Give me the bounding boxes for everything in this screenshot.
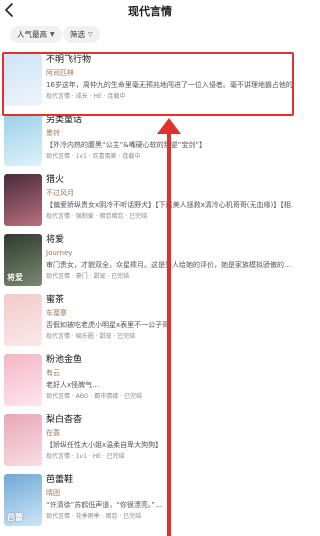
book-cover: 芭蕾: [4, 474, 42, 526]
book-tags: 现代言情 · 娱乐圈 · 甜宠 · 已完结: [46, 333, 136, 340]
book-title: 梨白杳杳: [46, 415, 83, 425]
book-description: 【偏爱娇纵贵女x阴冷不听话野犬】【下属美人拯救x清冷心机哥哥(无血缘)】【相…: [46, 201, 294, 209]
book-author: Journey: [46, 249, 73, 257]
book-author: 墨铃: [46, 129, 60, 137]
book-cover: [4, 114, 42, 166]
book-tags: 现代言情 · 1v1 · HE · 已完结: [46, 453, 125, 460]
cover-title-text: 将爱: [7, 273, 23, 282]
book-description: 老好人x怪脾气…: [46, 381, 100, 389]
book-list-item[interactable]: 蜜茶车厘寨否假如被吃老虎小明星x表里不一公子哥 现代言情 · 娱乐圈 · 甜宠 ·…: [0, 292, 300, 350]
book-cover: [4, 174, 42, 226]
book-tags: 现代言情 · 花季雨季 · 暗恋 · 已完结: [46, 513, 142, 520]
cover-title-text: 芭蕾: [7, 513, 23, 522]
book-list-item[interactable]: 另类童话墨铃【外冷内热的腹黑“公主”&嘴硬心软的叛逆“宝剑”】 现代言情 · 1v…: [0, 112, 300, 170]
book-list-item[interactable]: 芭蕾 芭蕾鞋晴团 “许清徐”苏鹤低声道，“你很漂亮。”… 现代言情 · 花季雨季 · …: [0, 472, 300, 530]
book-description: 审门贵女，才貌双全，众星捧月。这是外人给她的评价，她是家族模拟骄傲的…: [46, 261, 291, 269]
book-info: 另类童话墨铃【外冷内热的腹黑“公主”&嘴硬心软的叛逆“宝剑”】 现代言情 · 1v…: [46, 114, 294, 161]
book-cover: [4, 354, 42, 406]
book-cover: 将爱: [4, 234, 42, 286]
top-bar: 现代言情: [0, 0, 300, 20]
book-cover: [4, 294, 42, 346]
book-title: 粉池金鱼: [46, 355, 83, 365]
filter-funnel-icon: ▽: [88, 31, 93, 38]
book-author: 车厘寨: [46, 309, 67, 317]
book-author: 晴团: [46, 489, 60, 497]
book-description: 16岁这年，周仲九的生命里毫无预兆地闯进了一位入侵者。毫不讲理地霸占他的: [46, 81, 293, 89]
book-cover: [4, 414, 42, 466]
book-list-item[interactable]: 不明飞行物阿司匹林 16岁这年，周仲九的生命里毫无预兆地闯进了一位入侵者。毫不讲理…: [0, 52, 300, 110]
book-title: 将爱: [46, 235, 65, 245]
filter-label: 筛选: [70, 30, 85, 39]
book-list-item[interactable]: 猎火不过风月【偏爱娇纵贵女x阴冷不听话野犬】【下属美人拯救x清冷心机哥哥(无血缘…: [0, 172, 300, 230]
book-title: 蜜茶: [46, 295, 65, 305]
book-author: 有云: [46, 369, 60, 377]
sort-dropdown[interactable]: 人气最高 ▼: [10, 26, 62, 43]
book-list-item[interactable]: 梨白杳杳在蓑【娇纵任性大小姐x温柔自卑大狗狗】 现代言情 · 1v1 · HE ·…: [0, 412, 300, 470]
book-info: 将爱 Journey 审门贵女，才貌双全，众星捧月。这是外人给她的评价，她是家族模拟…: [46, 234, 294, 281]
book-info: 不明飞行物阿司匹林 16岁这年，周仲九的生命里毫无预兆地闯进了一位入侵者。毫不讲理…: [46, 54, 294, 101]
book-info: 猎火不过风月【偏爱娇纵贵女x阴冷不听话野犬】【下属美人拯救x清冷心机哥哥(无血缘…: [46, 174, 294, 221]
book-title: 猎火: [46, 175, 65, 185]
book-description: 否假如被吃老虎小明星x表里不一公子哥: [46, 321, 170, 329]
chevron-down-icon: ▼: [50, 31, 55, 38]
book-description: 【外冷内热的腹黑“公主”&嘴硬心软的叛逆“宝剑”】: [46, 141, 206, 149]
page-title: 现代言情: [128, 5, 172, 18]
book-info: 梨白杳杳在蓑【娇纵任性大小姐x温柔自卑大狗狗】 现代言情 · 1v1 · HE ·…: [46, 414, 294, 461]
book-tags: 现代言情 · 1v1 · 欢喜冤家 · 连载中: [46, 153, 141, 160]
book-author: 阿司匹林: [46, 69, 74, 77]
book-info: 蜜茶车厘寨否假如被吃老虎小明星x表里不一公子哥 现代言情 · 娱乐圈 · 甜宠 ·…: [46, 294, 294, 341]
book-list-item[interactable]: 粉池金鱼有云老好人x怪脾气… 现代言情 · ABO · 都市情缘 · 已完结: [0, 352, 300, 410]
book-tags: 现代言情 · 成长 · HE · 连载中: [46, 93, 126, 100]
book-title: 芭蕾鞋: [46, 475, 74, 485]
book-info: 芭蕾鞋晴团 “许清徐”苏鹤低声道，“你很漂亮。”… 现代言情 · 花季雨季 · 暗恋…: [46, 474, 294, 521]
book-title: 不明飞行物: [46, 55, 92, 65]
book-description: 【娇纵任性大小姐x温柔自卑大狗狗】: [46, 441, 163, 449]
book-info: 粉池金鱼有云老好人x怪脾气… 现代言情 · ABO · 都市情缘 · 已完结: [46, 354, 294, 401]
book-author: 不过风月: [46, 189, 74, 197]
sort-label: 人气最高: [17, 30, 47, 39]
book-tags: 现代言情 · 强制爱 · 暗恋暗恋 · 已完结: [46, 213, 148, 220]
book-description: “许清徐”苏鹤低声道，“你很漂亮。”…: [46, 501, 163, 509]
book-list-item[interactable]: 将爱 将爱 Journey 审门贵女，才貌双全，众星捧月。这是外人给她的评价，她是家族…: [0, 232, 300, 290]
book-tags: 现代言情 · 豪门 · 甜宠 · 已完结: [46, 273, 130, 280]
book-author: 在蓑: [46, 429, 60, 437]
book-title: 另类童话: [46, 115, 83, 125]
filter-button[interactable]: 筛选 ▽: [63, 26, 100, 43]
book-tags: 现代言情 · ABO · 都市情缘 · 已完结: [46, 393, 143, 400]
book-cover: [4, 54, 42, 106]
filter-bar: 人气最高 ▼ 筛选 ▽: [0, 26, 300, 46]
